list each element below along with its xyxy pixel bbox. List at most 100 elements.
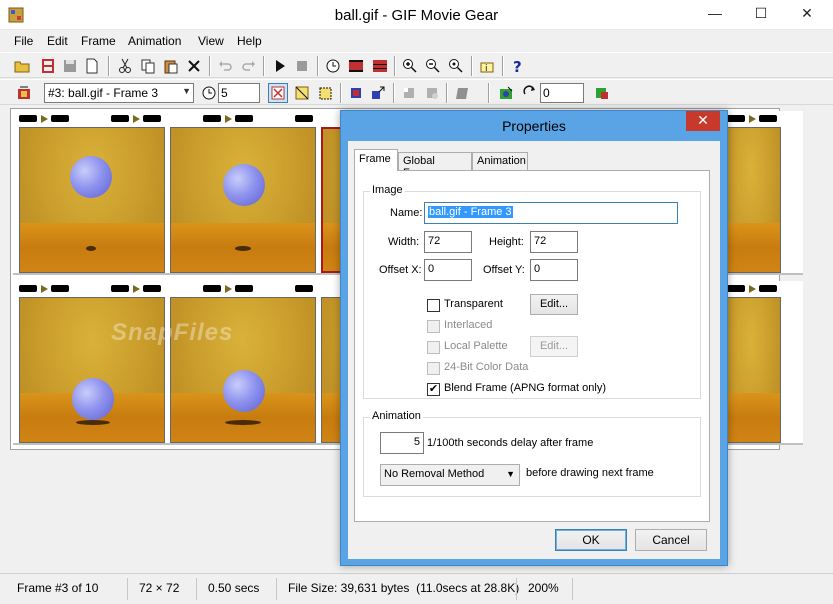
delay-description: 1/100th seconds delay after frame bbox=[427, 437, 594, 449]
offset-x-label: Offset X: bbox=[379, 264, 422, 276]
frame-thumbnail[interactable] bbox=[721, 297, 781, 443]
dialog-title: Properties bbox=[502, 118, 566, 134]
status-duration: 0.50 secs bbox=[208, 581, 260, 595]
status-filesize: File Size: 39,631 bytes (11.0secs at 28.… bbox=[288, 581, 520, 595]
width-field[interactable]: 72 bbox=[424, 231, 472, 253]
preview-icon[interactable] bbox=[592, 83, 612, 103]
frame-tab-panel: Image Name: ball.gif - Frame 3 Width: 72… bbox=[354, 170, 710, 522]
film-strip-vertical-icon[interactable] bbox=[370, 56, 390, 76]
name-field[interactable]: ball.gif - Frame 3 bbox=[424, 202, 678, 224]
open-icon[interactable] bbox=[12, 56, 32, 76]
toolbar-separator bbox=[317, 56, 319, 76]
close-button[interactable]: ✕ bbox=[784, 0, 830, 28]
info-icon[interactable]: i bbox=[477, 56, 497, 76]
minimize-button[interactable]: — bbox=[692, 0, 738, 28]
help-icon[interactable]: ? bbox=[508, 56, 528, 76]
menu-frame[interactable]: Frame bbox=[81, 34, 116, 48]
cancel-button[interactable]: Cancel bbox=[635, 529, 707, 551]
toolbar-separator bbox=[393, 83, 395, 103]
chevron-down-icon: ▼ bbox=[182, 86, 191, 96]
undo-icon[interactable] bbox=[216, 56, 236, 76]
rotate-icon[interactable] bbox=[399, 83, 419, 103]
frame-thumbnail[interactable] bbox=[170, 127, 316, 273]
dialog-close-button[interactable]: ✕ bbox=[686, 111, 720, 131]
save-icon[interactable] bbox=[60, 56, 80, 76]
delay-input[interactable]: 5 bbox=[218, 83, 260, 103]
offset-x-field[interactable]: 0 bbox=[424, 259, 472, 281]
frame-thumbnail[interactable] bbox=[721, 127, 781, 273]
redo-icon[interactable] bbox=[238, 56, 258, 76]
tab-animation[interactable]: Animation bbox=[472, 152, 528, 171]
toolbar-separator bbox=[340, 83, 342, 103]
transparent-edit-button[interactable]: Edit... bbox=[530, 294, 578, 315]
copy-icon[interactable] bbox=[138, 56, 158, 76]
toolbar-separator bbox=[471, 56, 473, 76]
status-frame: Frame #3 of 10 bbox=[17, 581, 99, 595]
removal-method-select[interactable]: No Removal Method ▼ bbox=[380, 464, 520, 486]
transparent-checkbox[interactable] bbox=[427, 299, 440, 312]
status-size: 72 × 72 bbox=[139, 581, 180, 595]
delete-icon[interactable] bbox=[184, 56, 204, 76]
offset-y-field[interactable]: 0 bbox=[530, 259, 578, 281]
color24-checkbox[interactable] bbox=[427, 362, 440, 375]
tab-frame[interactable]: Frame bbox=[354, 149, 398, 171]
blend-frame-checkbox[interactable]: ✔ bbox=[427, 383, 440, 396]
flip-icon[interactable] bbox=[422, 83, 442, 103]
svg-text:i: i bbox=[485, 64, 488, 74]
toolbar-separator bbox=[108, 56, 110, 76]
transparency-icon[interactable] bbox=[268, 83, 288, 103]
menu-file[interactable]: File bbox=[14, 34, 33, 48]
palette-edit-button[interactable]: Edit... bbox=[530, 336, 578, 357]
paste-icon[interactable] bbox=[161, 56, 181, 76]
menu-animation[interactable]: Animation bbox=[128, 34, 181, 48]
position-icon[interactable] bbox=[346, 83, 366, 103]
animation-group: Animation 5 1/100th seconds delay after … bbox=[363, 410, 701, 497]
loop-icon bbox=[520, 83, 540, 103]
toolbar-separator bbox=[502, 56, 504, 76]
animation-properties-icon[interactable] bbox=[496, 83, 516, 103]
image-group: Image Name: ball.gif - Frame 3 Width: 72… bbox=[363, 184, 701, 399]
menu-view[interactable]: View bbox=[198, 34, 224, 48]
tab-global-frame[interactable]: Global Frame bbox=[398, 152, 472, 179]
dither-icon[interactable] bbox=[292, 83, 312, 103]
toolbar-separator bbox=[488, 83, 490, 103]
new-document-icon[interactable] bbox=[82, 56, 102, 76]
removal-description: before drawing next frame bbox=[526, 467, 654, 479]
width-label: Width: bbox=[388, 236, 420, 248]
open-frames-icon[interactable] bbox=[38, 56, 58, 76]
chevron-down-icon: ▼ bbox=[506, 469, 515, 479]
zoom-in-icon[interactable] bbox=[400, 56, 420, 76]
properties-dialog: Properties ✕ Frame Global Frame Animatio… bbox=[340, 110, 728, 566]
effects-icon[interactable] bbox=[452, 83, 472, 103]
menu-edit[interactable]: Edit bbox=[47, 34, 68, 48]
dialog-body: Frame Global Frame Animation Image Name:… bbox=[348, 141, 720, 559]
film-strip-icon[interactable] bbox=[346, 56, 366, 76]
local-palette-checkbox[interactable] bbox=[427, 341, 440, 354]
crop-icon[interactable] bbox=[315, 83, 335, 103]
svg-text:?: ? bbox=[513, 58, 522, 74]
ok-button[interactable]: OK bbox=[555, 529, 627, 551]
menu-bar: File Edit Frame Animation View Help bbox=[0, 31, 833, 51]
frame-toolbar: #3: ball.gif - Frame 3 ▼ 5 0 bbox=[0, 79, 833, 105]
cut-icon[interactable] bbox=[115, 56, 135, 76]
timing-icon[interactable] bbox=[323, 56, 343, 76]
menu-help[interactable]: Help bbox=[237, 34, 262, 48]
image-group-title: Image bbox=[370, 184, 405, 196]
frame-delay-input[interactable]: 5 bbox=[380, 432, 424, 454]
stop-icon[interactable] bbox=[292, 56, 312, 76]
zoom-actual-icon[interactable] bbox=[446, 56, 466, 76]
frame-select[interactable]: #3: ball.gif - Frame 3 ▼ bbox=[44, 83, 194, 103]
interlaced-checkbox[interactable] bbox=[427, 320, 440, 333]
play-icon[interactable] bbox=[270, 56, 290, 76]
blend-frame-label: Blend Frame (APNG format only) bbox=[444, 382, 606, 394]
maximize-button[interactable]: ☐ bbox=[738, 0, 784, 28]
zoom-out-icon[interactable] bbox=[423, 56, 443, 76]
height-field[interactable]: 72 bbox=[530, 231, 578, 253]
frame-properties-icon[interactable] bbox=[14, 83, 34, 103]
loop-count-input[interactable]: 0 bbox=[540, 83, 584, 103]
resize-icon[interactable] bbox=[368, 83, 388, 103]
frame-thumbnail[interactable] bbox=[19, 127, 165, 273]
main-toolbar: i ? bbox=[0, 52, 833, 78]
name-field-value: ball.gif - Frame 3 bbox=[428, 206, 513, 218]
removal-method-value: No Removal Method bbox=[384, 468, 485, 480]
